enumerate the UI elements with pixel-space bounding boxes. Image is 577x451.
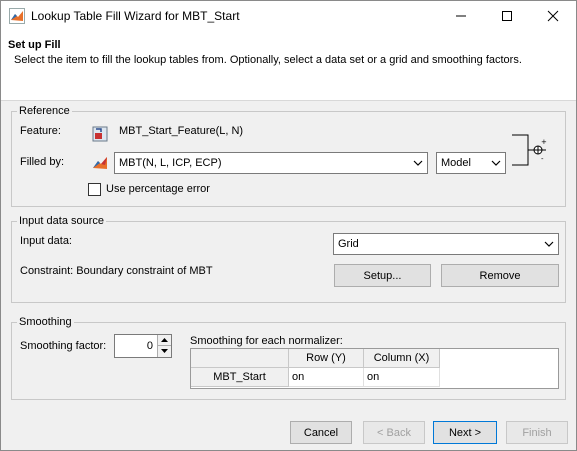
filled-by-select[interactable]: MBT(N, L, ICP, ECP) <box>114 152 428 174</box>
input-data-source-label: Input data source <box>17 215 107 227</box>
reference-group: Reference Feature: MBT_Start_Feature(L, … <box>11 105 566 207</box>
back-button[interactable]: < Back <box>363 421 425 444</box>
input-data-value: Grid <box>338 238 359 250</box>
smoothing-factor-label: Smoothing factor: <box>20 340 107 352</box>
filled-by-value: MBT(N, L, ICP, ECP) <box>119 157 222 169</box>
setup-button[interactable]: Setup... <box>334 264 431 287</box>
feature-value: MBT_Start_Feature(L, N) <box>119 125 244 137</box>
type-select[interactable]: Model <box>436 152 506 174</box>
arrow-up-icon <box>161 338 168 342</box>
spinner-up-button[interactable] <box>157 335 171 346</box>
cancel-button[interactable]: Cancel <box>290 421 352 444</box>
close-icon <box>547 10 559 22</box>
smoothing-factor-value: 0 <box>146 340 153 352</box>
header-title: Set up Fill <box>8 39 61 51</box>
title-bar: Lookup Table Fill Wizard for MBT_Start <box>1 1 576 31</box>
table-cell-row-y[interactable]: on <box>289 368 364 387</box>
model-icon <box>93 157 107 169</box>
column-header-row-y[interactable]: Row (Y) <box>289 349 364 368</box>
close-button[interactable] <box>530 1 576 31</box>
next-button[interactable]: Next > <box>433 421 497 444</box>
svg-text:-: - <box>541 155 544 163</box>
row-header: MBT_Start <box>191 368 289 387</box>
matlab-app-icon <box>9 8 25 24</box>
reference-group-label: Reference <box>17 105 72 117</box>
smoothing-group: Smoothing Smoothing factor: 0 Smoothing … <box>11 316 566 400</box>
use-percentage-error-label: Use percentage error <box>106 183 210 195</box>
use-percentage-error-checkbox[interactable] <box>88 183 101 196</box>
window-title: Lookup Table Fill Wizard for MBT_Start <box>31 9 240 23</box>
input-data-label: Input data: <box>20 235 72 247</box>
type-value: Model <box>441 157 471 169</box>
constraint-text: Constraint: Boundary constraint of MBT <box>20 265 213 277</box>
feature-icon <box>92 126 108 142</box>
filled-by-label: Filled by: <box>20 156 65 168</box>
minimize-icon <box>456 15 466 17</box>
input-data-source-group: Input data source Input data: Grid Const… <box>11 215 566 303</box>
spinner-down-button[interactable] <box>157 346 171 357</box>
table-corner-header <box>191 349 289 368</box>
arrow-down-icon <box>161 349 168 353</box>
svg-text:+: + <box>541 138 547 146</box>
remove-button[interactable]: Remove <box>441 264 559 287</box>
header-band: Set up Fill Select the item to fill the … <box>1 31 576 101</box>
maximize-icon <box>502 11 512 21</box>
finish-button[interactable]: Finish <box>506 421 568 444</box>
chevron-down-icon <box>413 160 423 166</box>
column-header-column-x[interactable]: Column (X) <box>364 349 440 368</box>
minimize-button[interactable] <box>438 1 484 31</box>
fill-connection-icon: + - <box>512 134 547 166</box>
feature-label: Feature: <box>20 125 61 137</box>
chevron-down-icon <box>544 241 554 247</box>
header-description: Select the item to fill the lookup table… <box>14 54 522 66</box>
smoothing-group-label: Smoothing <box>17 316 74 328</box>
maximize-button[interactable] <box>484 1 530 31</box>
normalizer-table: Row (Y) Column (X) MBT_Start on on <box>190 348 559 389</box>
chevron-down-icon <box>491 160 501 166</box>
input-data-select[interactable]: Grid <box>333 233 559 255</box>
normalizer-label: Smoothing for each normalizer: <box>190 335 343 347</box>
smoothing-factor-stepper[interactable]: 0 <box>114 334 172 358</box>
table-cell-column-x[interactable]: on <box>364 368 440 387</box>
wizard-window: Lookup Table Fill Wizard for MBT_Start S… <box>0 0 577 451</box>
